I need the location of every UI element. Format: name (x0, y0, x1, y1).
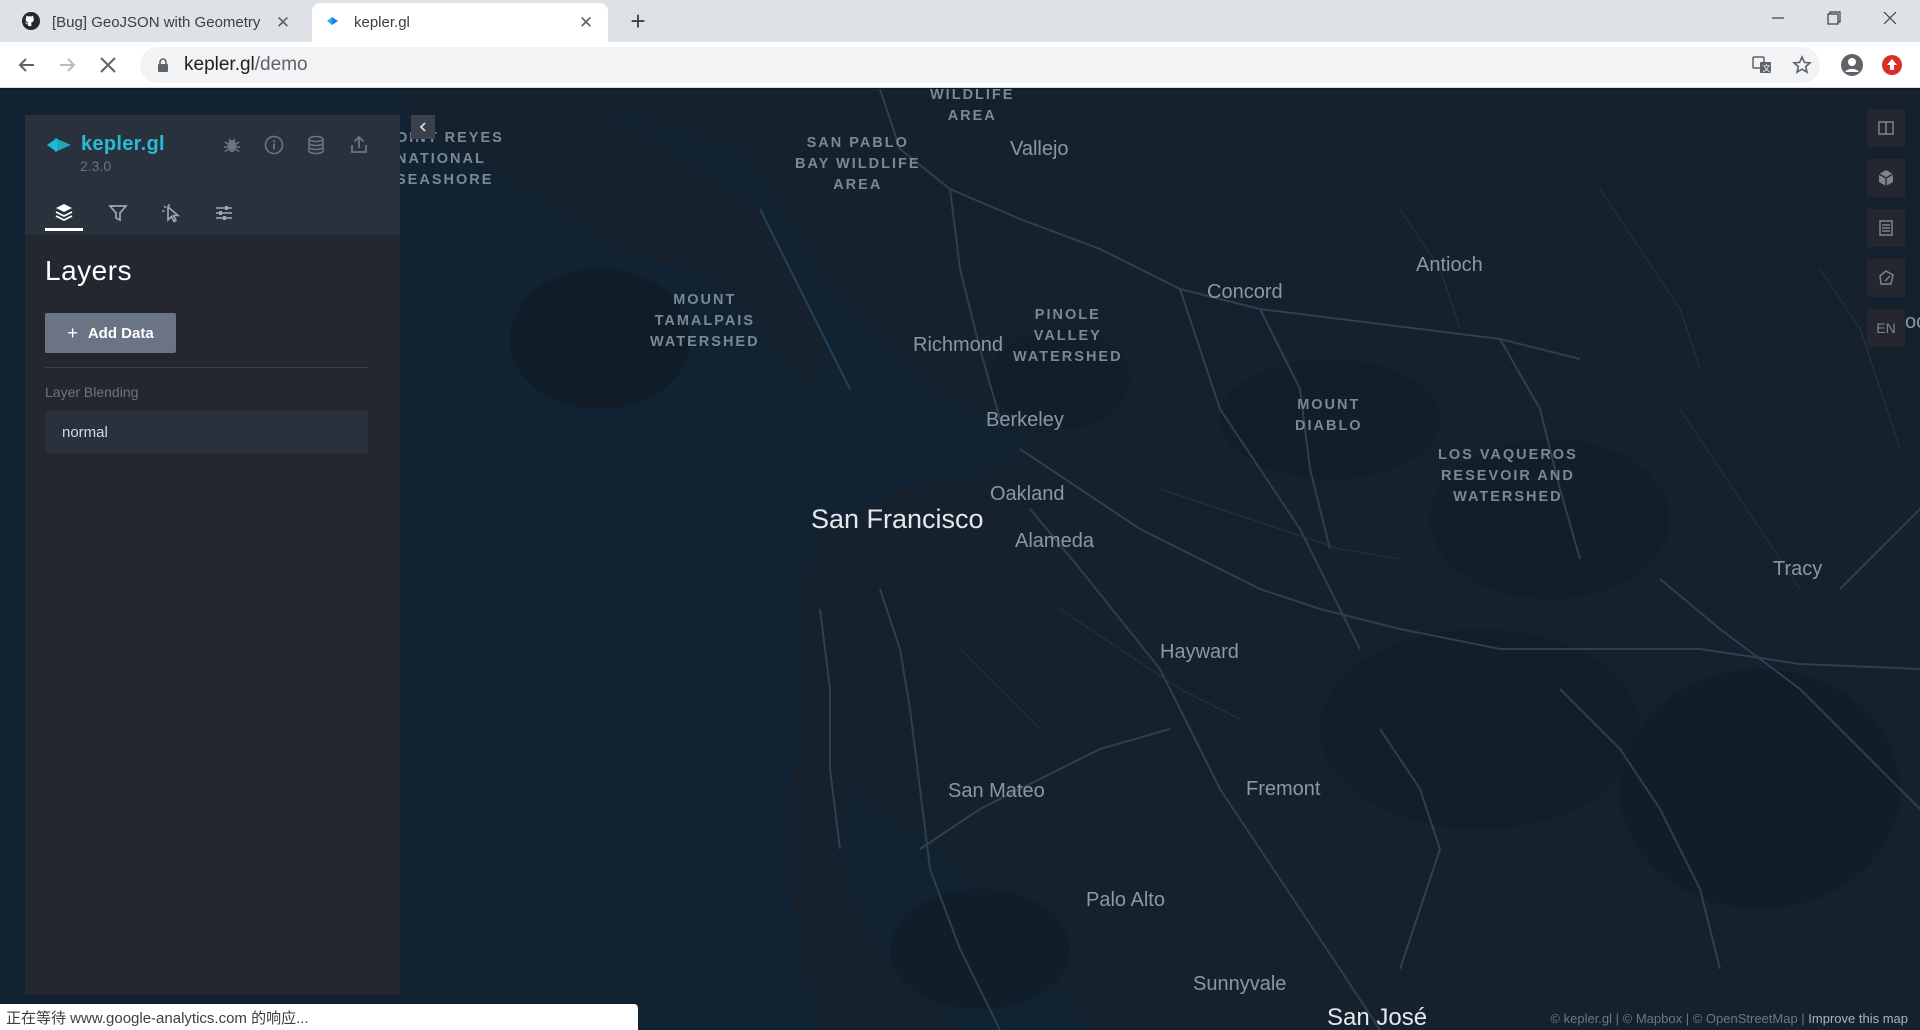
close-window-button[interactable] (1862, 0, 1918, 36)
map-label: Palo Alto (1086, 889, 1165, 911)
profile-avatar-icon[interactable] (1839, 52, 1865, 78)
stop-loading-button[interactable] (92, 49, 124, 81)
map-label: WILDLIFE AREA (930, 89, 1015, 124)
map-label: SAN PABLO BAY WILDLIFE AREA (795, 135, 921, 193)
kepler-attribution-link[interactable]: © kepler.gl (1550, 1011, 1612, 1026)
side-panel: kepler.gl 2.3.0 Layers + Add Data Layer … (25, 115, 400, 995)
map-label: oc (1905, 311, 1920, 333)
map-label: Vallejo (1010, 138, 1069, 160)
address-bar[interactable]: kepler.gl/demo (140, 47, 1820, 83)
language-button[interactable]: EN (1867, 309, 1905, 347)
3d-view-button[interactable] (1867, 159, 1905, 197)
bookmark-star-icon[interactable] (1789, 52, 1815, 78)
github-icon (22, 11, 40, 34)
layer-blending-label: Layer Blending (45, 384, 139, 400)
update-icon[interactable] (1879, 52, 1905, 78)
close-tab-icon[interactable]: ✕ (576, 13, 596, 33)
close-icon (100, 57, 116, 73)
layers-icon (55, 203, 73, 221)
map-label: Antioch (1416, 254, 1483, 276)
browser-status-bar: 正在等待 www.google-analytics.com 的响应... (0, 1004, 638, 1030)
restore-button[interactable] (1806, 0, 1862, 36)
map-label: Berkeley (986, 409, 1064, 431)
svg-text:文: 文 (1763, 63, 1771, 73)
url-text: kepler.gl/demo (184, 54, 308, 75)
browser-toolbar: kepler.gl/demo 文 (0, 42, 1920, 88)
map-label: MOUNT TAMALPAIS WATERSHED (650, 292, 760, 350)
add-data-button[interactable]: + Add Data (45, 313, 176, 353)
map-label: Richmond (913, 334, 1004, 356)
polygon-draw-icon (1879, 270, 1894, 285)
collapse-panel-button[interactable] (411, 115, 435, 139)
map-label: LOS VAQUEROS RESEVOIR AND WATERSHED (1438, 447, 1578, 505)
draw-polygon-button[interactable] (1867, 259, 1905, 297)
layer-blending-select[interactable]: normal (45, 411, 368, 453)
translate-icon[interactable]: 文 (1749, 52, 1775, 78)
map-label: Fremont (1246, 778, 1321, 800)
map-label: San Mateo (948, 780, 1045, 802)
map-label: Alameda (1015, 530, 1094, 552)
map-label: San José (1327, 1004, 1428, 1030)
back-button[interactable] (11, 49, 43, 81)
filter-icon (108, 205, 128, 222)
map-label: Tracy (1773, 558, 1823, 580)
improve-map-link[interactable]: Improve this map (1808, 1011, 1908, 1026)
split-view-icon (1878, 121, 1894, 135)
tab-map-style[interactable] (205, 195, 243, 231)
browser-tab-kepler[interactable]: kepler.gl ✕ (312, 3, 608, 42)
osm-attribution-link[interactable]: © OpenStreetMap (1693, 1011, 1798, 1026)
map-label: Sunnyvale (1193, 973, 1287, 995)
panel-title: Layers (45, 255, 133, 286)
map-label: Hayward (1160, 641, 1239, 663)
info-icon[interactable] (261, 132, 287, 158)
browser-tab-strip: [Bug] GeoJSON with Geometry ✕ kepler.gl … (0, 0, 1920, 42)
arrow-left-icon (18, 58, 34, 72)
map-label: MOUNT DIABLO (1295, 397, 1363, 434)
plus-icon: + (67, 322, 78, 343)
cube-icon (1878, 170, 1894, 186)
tab-filters[interactable] (99, 195, 137, 231)
tab-interactions[interactable] (152, 195, 190, 231)
tab-title: [Bug] GeoJSON with Geometry (52, 14, 261, 31)
new-tab-button[interactable]: + (622, 6, 654, 38)
mapbox-attribution-link[interactable]: © Mapbox (1623, 1011, 1682, 1026)
kepler-logo-icon (47, 137, 71, 152)
browser-tab-github[interactable]: [Bug] GeoJSON with Geometry ✕ (10, 3, 305, 42)
kepler-favicon (324, 12, 342, 34)
chevron-left-icon (419, 122, 426, 132)
minimize-button[interactable] (1750, 0, 1806, 36)
tab-title: kepler.gl (354, 14, 410, 31)
bug-report-icon[interactable] (219, 132, 245, 158)
app-name: kepler.gl (81, 133, 165, 155)
panel-header: kepler.gl 2.3.0 (25, 115, 400, 235)
app-version: 2.3.0 (80, 158, 112, 174)
database-icon[interactable] (303, 132, 329, 158)
add-data-label: Add Data (87, 324, 154, 342)
show-legend-button[interactable] (1867, 209, 1905, 247)
cursor-click-icon (162, 204, 181, 223)
map-label: Oakland (990, 483, 1065, 505)
split-map-button[interactable] (1867, 109, 1905, 147)
map-label: PINOLE VALLEY WATERSHED (1013, 307, 1123, 365)
close-tab-icon[interactable]: ✕ (273, 13, 293, 33)
share-export-icon[interactable] (346, 132, 372, 158)
kepler-logo: kepler.gl (45, 133, 165, 156)
panel-divider (45, 367, 368, 368)
tab-layers[interactable] (45, 195, 83, 231)
layer-blending-value: normal (62, 423, 108, 441)
arrow-right-icon (60, 58, 76, 72)
settings-sliders-icon (216, 206, 232, 220)
forward-button[interactable] (51, 49, 83, 81)
map-label: Concord (1207, 281, 1283, 303)
map-attribution: © kepler.gl | © Mapbox | © OpenStreetMap… (1550, 1011, 1908, 1026)
lock-icon (154, 57, 172, 73)
map-label-san-francisco: San Francisco (811, 504, 984, 534)
legend-icon (1879, 220, 1893, 236)
